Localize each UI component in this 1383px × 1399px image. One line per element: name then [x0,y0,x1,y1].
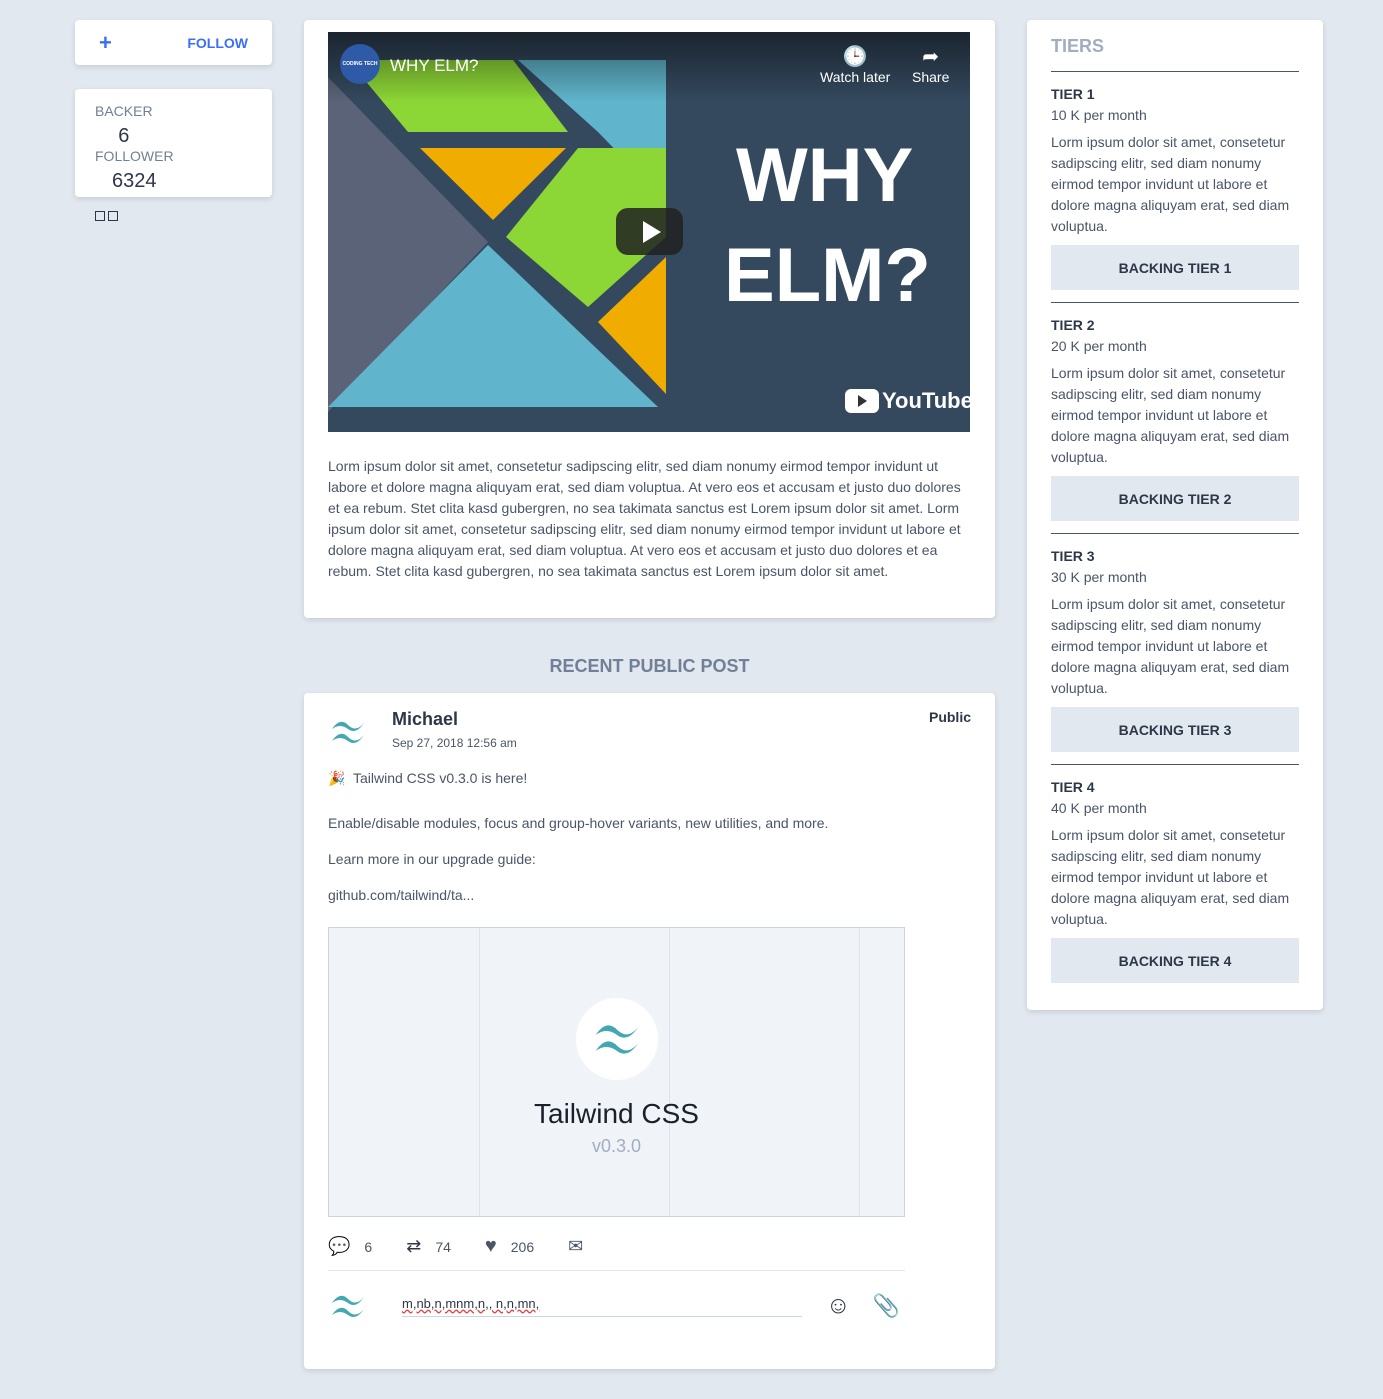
tier-description: Lorm ipsum dolor sit amet, consetetur sa… [1051,827,1290,927]
tier-item: TIER 1 10 K per month Lorm ipsum dolor sit… [1051,72,1299,303]
follower-label: FOLLOWER [95,148,174,164]
big-title-2: ELM? [724,233,931,318]
video-title[interactable]: WHY ELM? [390,56,479,76]
tier-name: TIER 2 [1051,317,1095,333]
tier-item: TIER 2 20 K per month Lorm ipsum dolor sit… [1051,303,1299,534]
comment-icon[interactable]: 💬 [328,1236,350,1257]
backing-tier-button[interactable]: BACKING TIER 4 [1051,938,1299,983]
follower-stat: FOLLOWER 6324 [95,148,174,193]
post-link[interactable]: github.com/tailwind/ta... [328,887,971,903]
youtube-play-icon [845,389,879,413]
share-icon: ➦ [922,46,940,68]
tier-description: Lorm ipsum dolor sit amet, consetetur sa… [1051,365,1290,465]
tier-name: TIER 1 [1051,86,1095,102]
post-body: Enable/disable modules, focus and group-… [328,815,829,831]
backer-stat: BACKER 6 [95,103,153,148]
tier-price: 40 K per month [1051,800,1147,816]
mail-icon[interactable]: ✉ [568,1236,583,1257]
retweet-icon[interactable]: ⇄ [406,1236,421,1257]
backer-count: 6 [118,125,130,147]
tier-description: Lorm ipsum dolor sit amet, consetetur sa… [1051,134,1290,234]
post-guide-text: Learn more in our upgrade guide: [328,851,536,867]
follower-count: 6324 [112,170,157,192]
watch-later-button[interactable]: 🕒 Watch later [820,44,890,85]
like-count: 206 [510,1238,535,1255]
party-icon: 🎉 [328,770,346,786]
tiers-heading: TIERS [1051,36,1299,72]
youtube-label: YouTube [882,388,970,413]
youtube-logo[interactable]: YouTube [845,388,970,414]
plus-icon: + [99,29,112,55]
preview-version: v0.3.0 [591,1136,642,1156]
post-headline: Tailwind CSS v0.3.0 is here! [352,770,528,786]
watch-later-label: Watch later [820,69,891,85]
tier-name: TIER 4 [1051,779,1095,795]
reply-input[interactable]: m,nb,n,mnm,n,, n,n,mn, [402,1296,802,1317]
tier-item: TIER 3 30 K per month Lorm ipsum dolor sit… [1051,534,1299,765]
channel-avatar[interactable]: CODING TECH [340,44,380,84]
recent-post-heading: RECENT PUBLIC POST [549,656,750,676]
tier-name: TIER 3 [1051,548,1095,564]
post-author[interactable]: Michael [392,709,517,730]
big-title-1: WHY [736,133,914,218]
comment-count: 6 [364,1238,373,1255]
emoji-icon[interactable]: ☺ [826,1292,851,1320]
tiers-card: TIERS TIER 1 10 K per month Lorm ipsum dol… [1027,20,1323,1010]
attachment-icon[interactable]: 📎 [873,1293,900,1319]
share-button[interactable]: ➦ Share [912,44,949,85]
retweet-count: 74 [435,1238,451,1255]
heart-icon[interactable]: ♥ [485,1235,497,1258]
post-date: Sep 27, 2018 12:56 am [392,736,517,750]
follow-label: FOLLOW [187,34,248,51]
preview-title: Tailwind CSS [534,1098,699,1129]
tailwind-logo [576,998,658,1080]
main-description: Lorm ipsum dolor sit amet, consetetur sa… [328,458,961,579]
post-card: Michael Sep 27, 2018 12:56 am Public 🎉 Ta… [304,693,995,1369]
clock-icon: 🕒 [842,46,868,68]
tailwind-avatar [332,1295,364,1317]
video-player[interactable]: CODING TECH WHY ELM? 🕒 Watch later ➦ Share… [328,32,970,432]
backer-label: BACKER [95,103,153,119]
backing-tier-button[interactable]: BACKING TIER 1 [1051,245,1299,290]
link-preview-card[interactable]: Tailwind CSS v0.3.0 [328,927,905,1217]
tailwind-avatar [332,721,364,743]
tier-price: 20 K per month [1051,338,1147,354]
backing-tier-button[interactable]: BACKING TIER 3 [1051,707,1299,752]
tier-price: 30 K per month [1051,569,1147,585]
square-icon [108,211,118,221]
channel-name: CODING TECH [342,61,378,67]
tier-item: TIER 4 40 K per month Lorm ipsum dolor sit… [1051,765,1299,995]
visibility-label: Public [928,709,971,725]
share-label: Share [912,69,950,85]
follow-button[interactable]: + FOLLOW [75,20,272,65]
backing-tier-button[interactable]: BACKING TIER 2 [1051,476,1299,521]
stats-card: BACKER 6 FOLLOWER 6324 [75,89,272,221]
play-icon [642,220,661,243]
square-icon [95,211,105,221]
tier-description: Lorm ipsum dolor sit amet, consetetur sa… [1051,596,1290,696]
main-card: CODING TECH WHY ELM? 🕒 Watch later ➦ Share… [304,20,995,618]
tier-price: 10 K per month [1051,107,1147,123]
play-button[interactable] [616,208,683,255]
